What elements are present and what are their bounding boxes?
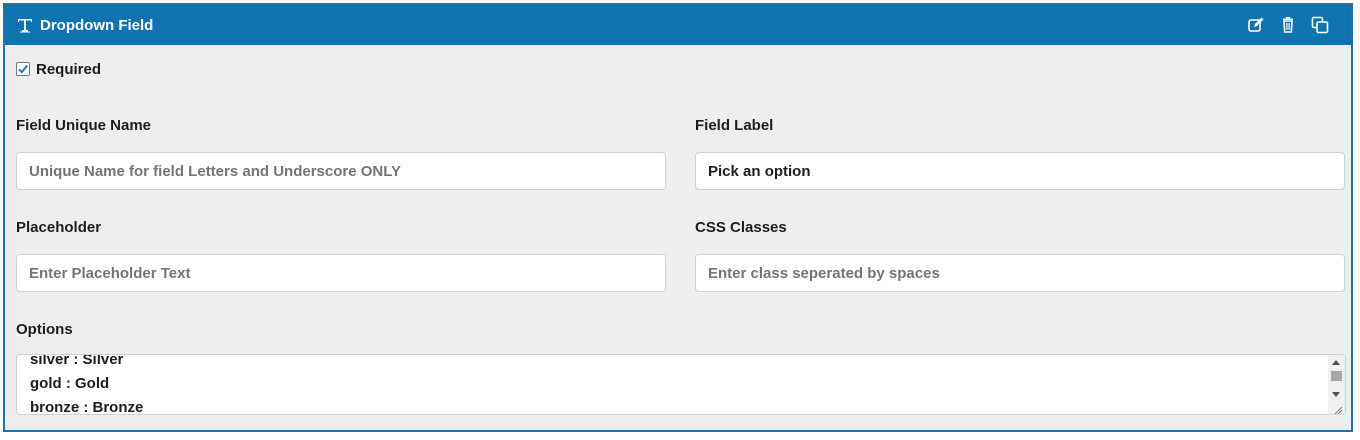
css-classes-label: CSS Classes <box>695 219 787 236</box>
trash-icon[interactable] <box>1279 16 1297 34</box>
option-line: gold : Gold <box>30 375 110 392</box>
required-label: Required <box>36 61 102 78</box>
options-lines: silver : Silver gold : Gold bronze : Bro… <box>30 354 144 415</box>
option-line: bronze : Bronze <box>30 399 144 415</box>
panel-header: Dropdown Field <box>5 5 1351 45</box>
unique-name-input[interactable] <box>16 152 666 190</box>
text-t-icon <box>17 17 33 33</box>
options-textarea[interactable]: silver : Silver gold : Gold bronze : Bro… <box>16 354 1346 415</box>
dropdown-field-panel: Dropdown Field Required Field Unique Nam… <box>3 3 1353 432</box>
placeholder-input[interactable] <box>16 254 666 292</box>
panel-title: Dropdown Field <box>40 17 154 34</box>
scroll-thumb[interactable] <box>1331 371 1342 381</box>
scroll-down-arrow-icon[interactable] <box>1332 392 1340 397</box>
options-label: Options <box>16 321 73 338</box>
scroll-up-arrow-icon[interactable] <box>1332 360 1340 365</box>
unique-name-label: Field Unique Name <box>16 117 152 134</box>
placeholder-label: Placeholder <box>16 219 102 236</box>
field-label-input[interactable] <box>695 152 1345 190</box>
resize-grip-icon[interactable] <box>1333 402 1343 414</box>
option-line: silver : Silver <box>30 354 124 368</box>
css-classes-input[interactable] <box>695 254 1345 292</box>
copy-icon[interactable] <box>1311 16 1329 34</box>
required-checkbox[interactable] <box>16 62 30 76</box>
edit-icon[interactable] <box>1247 16 1265 34</box>
field-label-label: Field Label <box>695 117 774 134</box>
